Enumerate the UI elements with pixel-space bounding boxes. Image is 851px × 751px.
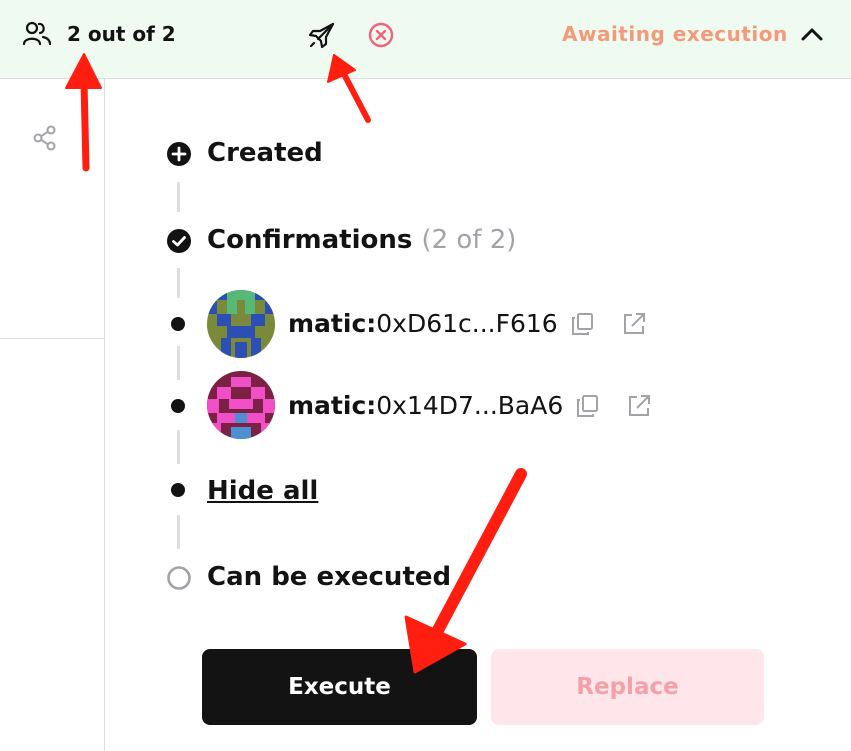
timeline-connector <box>177 346 180 380</box>
timeline-connector <box>177 515 180 549</box>
timeline-dot <box>171 317 185 331</box>
execute-button[interactable]: Execute <box>202 649 477 725</box>
transaction-details-panel <box>0 79 105 751</box>
network-prefix: matic: <box>288 309 377 338</box>
hide-all-link[interactable]: Hide all <box>207 474 318 508</box>
copy-icon[interactable] <box>570 311 596 337</box>
step-confirmations: Confirmations (2 of 2) <box>207 223 516 257</box>
owner-address: matic:0x14D7...BaA6 <box>288 389 563 423</box>
external-link-icon[interactable] <box>621 311 647 337</box>
empty-circle-icon <box>167 566 191 590</box>
annotation-arrows <box>65 53 527 674</box>
confirmations-count: 2 out of 2 <box>67 22 176 46</box>
owner-avatar <box>207 290 275 358</box>
plus-circle-icon <box>167 142 191 166</box>
copy-icon[interactable] <box>575 393 601 419</box>
rocket-icon[interactable] <box>306 19 338 51</box>
timeline-connector <box>177 268 180 298</box>
timeline-connector <box>177 182 180 212</box>
address-value: 0xD61c...F616 <box>376 309 558 338</box>
owner-address: matic:0xD61c...F616 <box>288 307 558 341</box>
address-value: 0x14D7...BaA6 <box>376 391 564 420</box>
check-circle-icon <box>167 229 191 253</box>
transaction-status: Awaiting execution <box>562 22 788 46</box>
timeline-dot <box>171 483 185 497</box>
transaction-header[interactable]: 2 out of 2 Awaiting execution <box>0 0 851 79</box>
step-confirmations-label: Confirmations <box>207 225 413 255</box>
replace-button[interactable]: Replace <box>491 649 764 725</box>
external-link-icon[interactable] <box>626 393 652 419</box>
step-created: Created <box>207 138 323 168</box>
owner-avatar <box>207 371 275 439</box>
network-prefix: matic: <box>288 391 377 420</box>
chevron-up-icon[interactable] <box>797 21 827 47</box>
confirmations-fraction: (2 of 2) <box>421 225 517 255</box>
people-icon <box>22 21 52 46</box>
share-icon[interactable] <box>31 124 59 152</box>
timeline-connector <box>177 430 180 464</box>
cancel-icon[interactable] <box>366 20 396 50</box>
step-can-be-executed: Can be executed <box>207 562 452 592</box>
timeline-dot <box>171 399 185 413</box>
panel-divider <box>0 338 104 339</box>
